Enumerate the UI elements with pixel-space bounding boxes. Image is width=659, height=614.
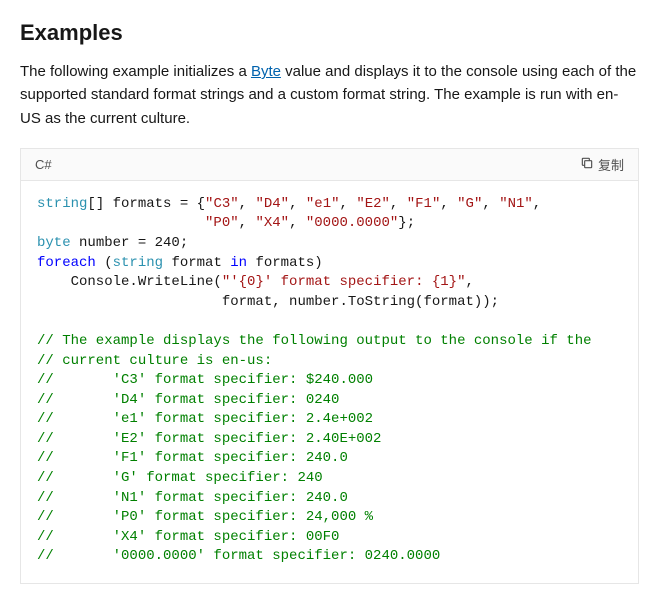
code-block-header: C# 复制 [21, 149, 638, 181]
code-language-label: C# [35, 157, 52, 172]
intro-text-before: The following example initializes a [20, 63, 251, 80]
byte-link[interactable]: Byte [251, 63, 281, 80]
section-heading: Examples [20, 20, 639, 46]
code-content: string[] formats = {"C3", "D4", "e1", "E… [21, 181, 638, 583]
copy-button[interactable]: 复制 [580, 155, 624, 174]
intro-paragraph: The following example initializes a Byte… [20, 60, 639, 130]
copy-icon [580, 156, 594, 173]
code-block: C# 复制 string[] formats = {"C3", "D4", "e… [20, 148, 639, 584]
copy-label: 复制 [598, 155, 624, 174]
